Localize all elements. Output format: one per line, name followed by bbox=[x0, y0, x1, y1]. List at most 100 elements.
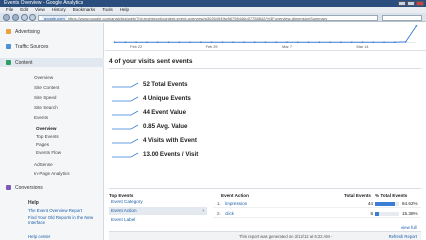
metric-label: Event Value bbox=[151, 108, 187, 116]
metric-label: Visits with Event bbox=[147, 136, 197, 144]
report-footer: This report was generated on 3/12/12 at … bbox=[109, 231, 421, 240]
chart-point bbox=[361, 41, 364, 44]
metric-total-events[interactable]: 52 Total Events bbox=[111, 79, 188, 89]
chart-x-tick: Feb 29 bbox=[206, 45, 218, 49]
row-total-events: 8 bbox=[370, 211, 373, 216]
sparkline-icon bbox=[112, 110, 139, 116]
dimension-event-action[interactable]: Event Action › bbox=[109, 207, 207, 215]
sidebar-section-content[interactable]: Content bbox=[0, 58, 104, 67]
advertising-icon bbox=[6, 29, 11, 34]
sidebar-item-adsense[interactable]: AdSense bbox=[34, 162, 53, 167]
row-percent: 15.38% bbox=[402, 211, 418, 216]
address-bar[interactable]: google.com https://www.google.com/analyt… bbox=[38, 14, 378, 21]
pct-total-events-column-header[interactable]: % Total Events bbox=[375, 193, 407, 198]
event-action-column-header[interactable]: Event Action bbox=[221, 193, 249, 198]
back-icon[interactable] bbox=[3, 14, 10, 21]
sidebar: Advertising Traffic Sources Content Over… bbox=[0, 23, 104, 240]
chart-point bbox=[264, 41, 267, 44]
main-content: Feb 22 Feb 29 Mar 7 Mar 14 4 of your visits… bbox=[105, 23, 426, 240]
maximize-icon[interactable] bbox=[407, 1, 415, 6]
row-event-action[interactable]: click bbox=[225, 210, 234, 218]
sidebar-subitem-top-events[interactable]: Top Events bbox=[36, 134, 59, 139]
table-row[interactable]: 2. click 8 15.38% bbox=[213, 210, 421, 218]
percent-bar bbox=[375, 202, 396, 206]
metric-avg-value[interactable]: 0.85 Avg. Value bbox=[111, 121, 188, 131]
chart-point bbox=[232, 41, 235, 44]
window-controls bbox=[398, 1, 424, 6]
window-title: Events Overview - Google Analytics bbox=[4, 0, 84, 6]
chart-point bbox=[372, 41, 375, 44]
chart-point bbox=[124, 41, 127, 44]
chart-point bbox=[253, 41, 256, 44]
sidebar-item-site-content[interactable]: Site Content bbox=[34, 85, 59, 90]
close-icon[interactable] bbox=[416, 1, 424, 6]
chart-x-tick: Mar 14 bbox=[357, 45, 370, 49]
chart-point bbox=[383, 41, 385, 44]
help-panel: Help The Event Overview Report Find Your… bbox=[0, 200, 104, 239]
sidebar-section-advertising[interactable]: Advertising bbox=[0, 27, 104, 36]
forward-icon[interactable] bbox=[12, 14, 19, 21]
metric-visits-with-event[interactable]: 4 Visits with Event bbox=[111, 135, 197, 145]
metric-unique-events[interactable]: 4 Unique Events bbox=[111, 93, 191, 103]
sidebar-subitem-events-flow[interactable]: Events Flow bbox=[36, 150, 61, 155]
chart-point bbox=[404, 41, 407, 43]
chart-point bbox=[156, 41, 159, 44]
traffic-sources-icon bbox=[6, 44, 11, 49]
row-index: 2. bbox=[217, 211, 221, 216]
sidebar-section-label: Advertising bbox=[15, 28, 40, 35]
metric-event-value[interactable]: 44 Event Value bbox=[111, 107, 186, 117]
chart-point bbox=[113, 41, 116, 44]
chart-point bbox=[350, 41, 353, 44]
refresh-report-link[interactable]: Refresh Report bbox=[389, 232, 417, 240]
sidebar-subitem-pages[interactable]: Pages bbox=[36, 142, 49, 147]
row-event-action[interactable]: impression bbox=[225, 200, 247, 208]
dimension-label: Event Category bbox=[111, 199, 143, 204]
chart-point bbox=[329, 41, 332, 44]
sidebar-item-events[interactable]: Events bbox=[34, 115, 48, 120]
chart-point bbox=[199, 41, 202, 44]
help-link-event-overview[interactable]: The Event Overview Report bbox=[28, 208, 82, 213]
percent-bar-track bbox=[375, 202, 399, 206]
chart-point bbox=[275, 41, 278, 44]
conversions-icon bbox=[6, 185, 11, 190]
table-row[interactable]: 1. impression 44 84.62% bbox=[213, 200, 421, 208]
dimension-event-label[interactable]: Event Label bbox=[109, 216, 207, 224]
total-events-column-header[interactable]: Total Events bbox=[344, 193, 371, 198]
sidebar-subitem-overview[interactable]: Overview bbox=[36, 126, 56, 131]
metric-value: 0.85 bbox=[143, 122, 156, 130]
sidebar-item-site-speed[interactable]: Site Speed bbox=[34, 95, 56, 100]
window-titlebar: Events Overview - Google Analytics bbox=[0, 0, 426, 7]
help-link-help-center[interactable]: Help center bbox=[28, 234, 50, 239]
sidebar-item-in-page-analytics[interactable]: In-Page Analytics bbox=[34, 171, 70, 176]
reload-icon[interactable] bbox=[21, 14, 28, 21]
chart-point bbox=[393, 41, 396, 44]
sparkline-icon bbox=[112, 138, 139, 144]
navigation-bar: google.com https://www.google.com/analyt… bbox=[0, 13, 426, 22]
browser-search-input[interactable] bbox=[382, 14, 422, 21]
dimension-event-category[interactable]: Event Category bbox=[109, 198, 207, 206]
summary-heading: 4 of your visits sent events bbox=[109, 58, 193, 65]
chart-point bbox=[415, 25, 418, 27]
sidebar-section-traffic-sources[interactable]: Traffic Sources bbox=[0, 42, 104, 51]
home-icon[interactable] bbox=[29, 14, 36, 21]
sidebar-item-overview[interactable]: Overview bbox=[34, 75, 53, 80]
metric-events-per-visit[interactable]: 13.00 Events / Visit bbox=[111, 149, 198, 159]
divider bbox=[109, 188, 421, 189]
chart-point bbox=[167, 41, 170, 44]
minimize-icon[interactable] bbox=[398, 1, 406, 6]
sparkline-icon bbox=[112, 152, 139, 158]
help-title: Help bbox=[28, 200, 39, 206]
sidebar-item-site-search[interactable]: Site Search bbox=[34, 105, 58, 110]
chart-point bbox=[307, 41, 310, 44]
events-timeline-chart: Feb 22 Feb 29 Mar 7 Mar 14 bbox=[105, 25, 426, 51]
sparkline-icon bbox=[112, 82, 139, 88]
dimension-label: Event Label bbox=[111, 217, 136, 222]
sidebar-section-conversions[interactable]: Conversions bbox=[0, 183, 104, 192]
help-link-old-reports[interactable]: Find Your Old Reports in the New Interfa… bbox=[28, 215, 102, 226]
chart-point bbox=[286, 41, 288, 44]
metric-label: Unique Events bbox=[147, 94, 191, 102]
percent-bar-track bbox=[375, 212, 399, 216]
percent-bar bbox=[375, 212, 379, 216]
divider bbox=[109, 68, 421, 69]
chart-point bbox=[189, 41, 191, 44]
